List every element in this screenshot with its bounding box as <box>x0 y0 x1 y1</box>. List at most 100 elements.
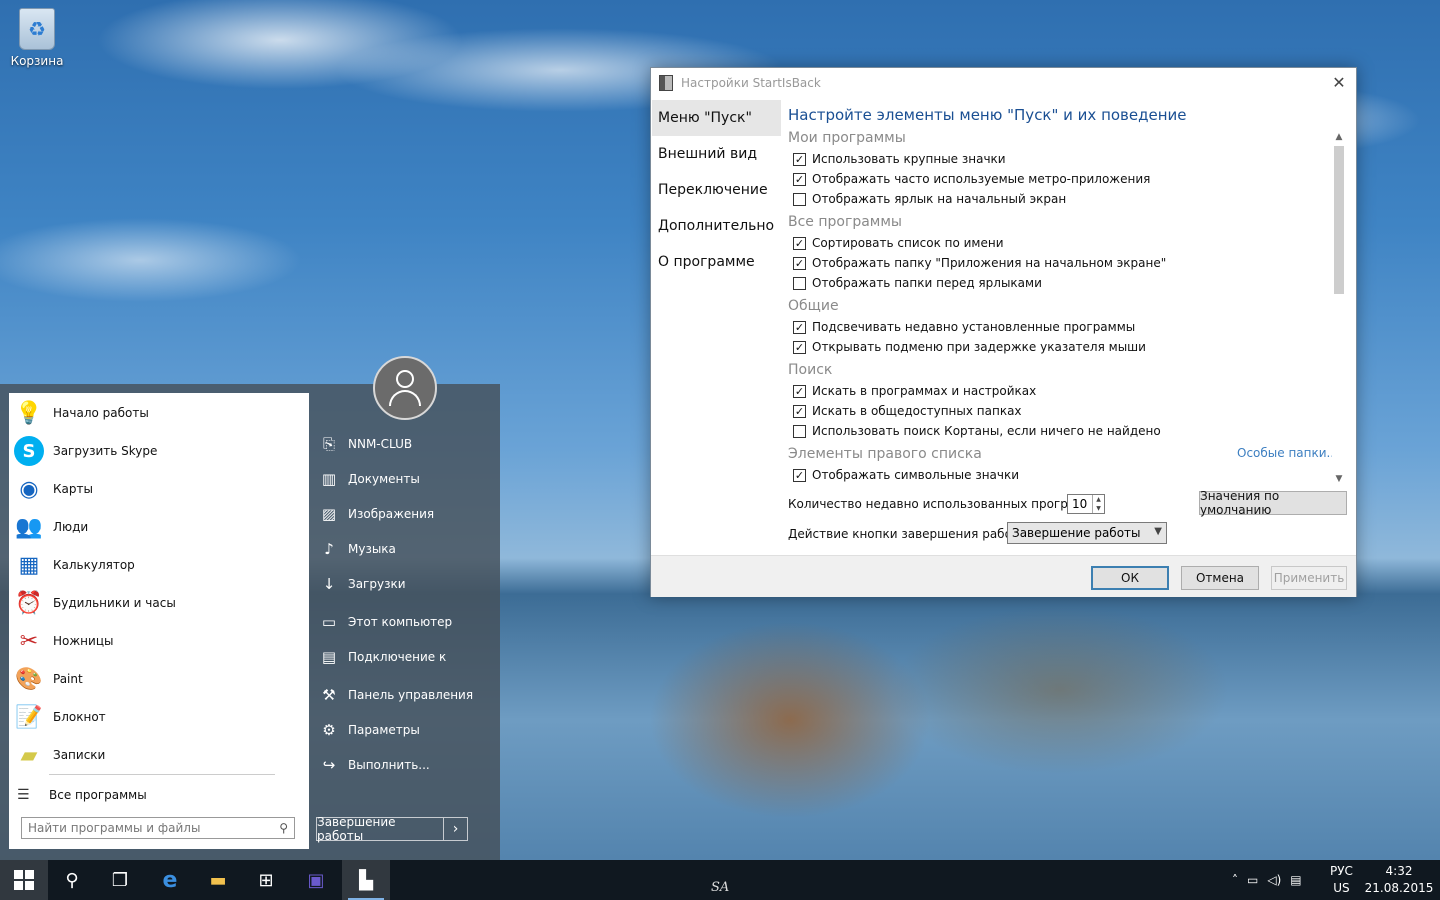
scrollbar[interactable]: ▲ ▼ <box>1332 130 1346 486</box>
option-checkbox[interactable]: ✓ Искать в программах и настройках <box>793 382 1036 400</box>
option-checkbox[interactable]: Использовать поиск Кортаны, если ничего … <box>793 422 1161 440</box>
volume-icon[interactable]: ◁) <box>1267 873 1281 887</box>
checkbox[interactable]: ✓ <box>793 404 806 418</box>
program-item[interactable]: ▰ Записки <box>9 736 309 774</box>
task-view-icon: ❐ <box>111 869 129 891</box>
search-input[interactable]: Найти программы и файлы ⚲ <box>21 817 295 839</box>
nav-advanced[interactable]: Дополнительно <box>652 208 781 244</box>
checkbox[interactable] <box>793 192 806 206</box>
all-programs-button[interactable]: ☰ Все программы <box>9 780 147 810</box>
sticky-notes-icon: ▰ <box>20 742 38 768</box>
nav-appearance[interactable]: Внешний вид <box>652 136 781 172</box>
option-checkbox[interactable]: ✓ Сортировать список по имени <box>793 234 1004 252</box>
checkbox[interactable] <box>793 424 806 438</box>
program-item[interactable]: ⏰ Будильники и часы <box>9 584 309 622</box>
store-button[interactable]: ⊞ <box>242 860 290 900</box>
place-this-pc[interactable]: ▭ Этот компьютер <box>320 608 452 636</box>
clock[interactable]: 4:32 21.08.2015 <box>1365 860 1434 900</box>
avatar[interactable] <box>373 356 437 420</box>
defaults-button[interactable]: Значения по умолчанию <box>1199 489 1347 517</box>
place-pictures[interactable]: ▨ Изображения <box>320 500 434 528</box>
network-icon[interactable]: ▭ <box>1247 873 1258 887</box>
system-tray: ˄ ▭ ◁) ▤ <box>1232 860 1302 900</box>
edge-button[interactable]: e <box>146 860 194 900</box>
checkbox[interactable]: ✓ <box>793 236 806 250</box>
checkbox[interactable]: ✓ <box>793 172 806 186</box>
language-indicator[interactable]: РУС US <box>1330 860 1353 900</box>
nav-switching[interactable]: Переключение <box>652 172 781 208</box>
alarm-clock-icon: ⏰ <box>15 590 43 616</box>
ok-button[interactable]: ОК <box>1091 566 1169 590</box>
program-item[interactable]: 👥 Люди <box>9 508 309 546</box>
explorer-button[interactable]: ▬ <box>194 860 242 900</box>
shutdown-options-button[interactable]: › <box>444 817 468 841</box>
checkbox[interactable]: ✓ <box>793 468 806 482</box>
checkbox[interactable]: ✓ <box>793 384 806 398</box>
clock-time: 4:32 <box>1385 864 1413 878</box>
connect-icon: ▤ <box>321 648 337 666</box>
title-bar[interactable]: Настройки StartIsBack ✕ <box>651 68 1356 98</box>
dialog-footer: ОК Отмена Применить <box>651 555 1356 597</box>
nav-about[interactable]: О программе <box>652 244 781 280</box>
shutdown-button[interactable]: Завершение работы <box>316 815 444 843</box>
apply-button[interactable]: Применить <box>1271 566 1347 590</box>
option-checkbox[interactable]: ✓ Отображать папку "Приложения на начальн… <box>793 254 1166 272</box>
close-icon[interactable]: ✕ <box>1328 72 1350 94</box>
program-item[interactable]: 🎨 Paint <box>9 660 309 698</box>
people-icon: 👥 <box>15 514 43 540</box>
checkbox[interactable]: ✓ <box>793 320 806 334</box>
program-item[interactable]: ◉ Карты <box>9 470 309 508</box>
option-checkbox[interactable]: ✓ Подсвечивать недавно установленные прог… <box>793 318 1135 336</box>
place-user-folder[interactable]: ⎘ NNM-CLUB <box>320 430 412 458</box>
settings-gear-icon: ⚙ <box>322 721 336 739</box>
place-control-panel[interactable]: ⚒ Панель управления <box>320 681 473 709</box>
settings-dialog: Настройки StartIsBack ✕ Меню "Пуск" Внеш… <box>650 67 1357 597</box>
option-checkbox[interactable]: ✓ Использовать крупные значки <box>793 150 1006 168</box>
option-checkbox[interactable]: Отображать папки перед ярлыками <box>793 274 1042 292</box>
place-settings[interactable]: ⚙ Параметры <box>320 716 420 744</box>
start-button[interactable] <box>0 860 48 900</box>
calculator-icon: ▦ <box>18 552 40 578</box>
watermark: SA <box>711 880 730 895</box>
scroll-up-icon[interactable]: ▲ <box>1332 130 1346 144</box>
search-button[interactable]: ⚲ <box>48 860 96 900</box>
special-folders-link[interactable]: Особые папки... <box>1237 446 1338 460</box>
option-checkbox[interactable]: ✓ Открывать подменю при задержке указател… <box>793 338 1146 356</box>
paint-palette-icon: 🎨 <box>15 666 43 692</box>
cancel-button[interactable]: Отмена <box>1181 566 1259 590</box>
run-icon: ↪ <box>322 756 336 774</box>
place-music[interactable]: ♪ Музыка <box>320 535 396 563</box>
program-item[interactable]: 💡 Начало работы <box>9 394 309 432</box>
task-view-button[interactable]: ❐ <box>96 860 144 900</box>
skype-icon: S <box>14 436 44 466</box>
power-action-select[interactable]: Завершение работы ▼ <box>1007 522 1167 544</box>
option-checkbox[interactable]: ✓ Отображать символьные значки <box>793 466 1019 484</box>
recycle-bin-icon <box>19 8 55 50</box>
checkbox[interactable]: ✓ <box>793 256 806 270</box>
recent-count-stepper[interactable]: 10 ▲ ▼ <box>1067 494 1105 514</box>
nav-start-menu[interactable]: Меню "Пуск" <box>652 100 781 136</box>
startisback-button[interactable]: ▙ <box>342 860 390 900</box>
chevron-up-icon[interactable]: ˄ <box>1232 873 1238 887</box>
option-checkbox[interactable]: ✓ Отображать часто используемые метро-при… <box>793 170 1150 188</box>
program-item[interactable]: ▦ Калькулятор <box>9 546 309 584</box>
recent-count-value: 10 <box>1072 497 1088 511</box>
save-app-button[interactable]: ▣ <box>292 860 340 900</box>
scroll-down-icon[interactable]: ▼ <box>1332 472 1346 486</box>
place-documents[interactable]: ▥ Документы <box>320 465 420 493</box>
place-downloads[interactable]: ↓ Загрузки <box>320 570 406 598</box>
program-item[interactable]: S Загрузить Skype <box>9 432 309 470</box>
checkbox[interactable] <box>793 276 806 290</box>
program-item[interactable]: 📝 Блокнот <box>9 698 309 736</box>
option-checkbox[interactable]: Отображать ярлык на начальный экран <box>793 190 1066 208</box>
scroll-thumb[interactable] <box>1334 146 1344 294</box>
checkbox[interactable]: ✓ <box>793 340 806 354</box>
place-run[interactable]: ↪ Выполнить... <box>320 751 430 779</box>
option-checkbox[interactable]: ✓ Искать в общедоступных папках <box>793 402 1022 420</box>
notification-icon[interactable]: ▤ <box>1290 873 1301 887</box>
recycle-bin-shortcut[interactable]: Корзина <box>8 8 66 68</box>
checkbox[interactable]: ✓ <box>793 152 806 166</box>
program-item[interactable]: ✂ Ножницы <box>9 622 309 660</box>
place-connect[interactable]: ▤ Подключение к <box>320 643 446 671</box>
spin-arrows-icon[interactable]: ▲ ▼ <box>1092 495 1104 513</box>
